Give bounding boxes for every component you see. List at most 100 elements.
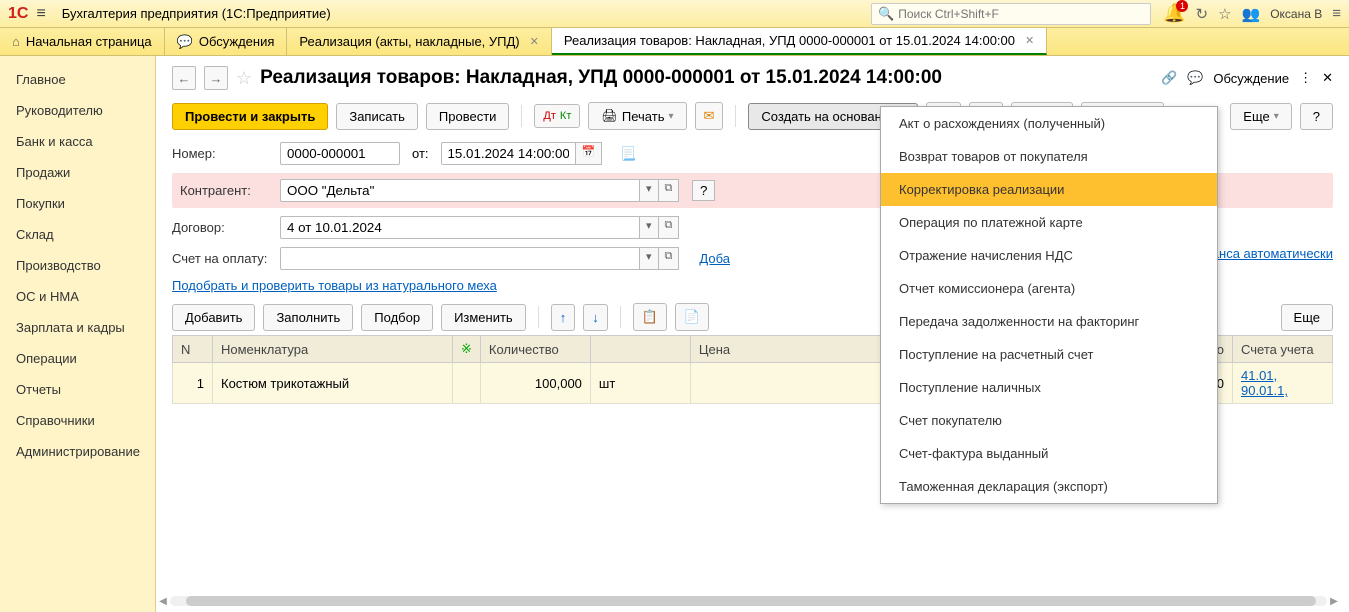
- schet-input[interactable]: [280, 247, 640, 270]
- nav-forward-icon[interactable]: →: [204, 66, 228, 90]
- kontragent-help-button[interactable]: ?: [692, 180, 715, 201]
- sidebar-item-production[interactable]: Производство: [0, 250, 155, 281]
- global-search[interactable]: 🔍: [871, 3, 1151, 25]
- star-icon[interactable]: ☆: [236, 68, 252, 89]
- sidebar-item-operations[interactable]: Операции: [0, 343, 155, 374]
- sidebar-item-bank[interactable]: Банк и касса: [0, 126, 155, 157]
- move-up-icon[interactable]: ↑: [551, 304, 576, 331]
- tab-home[interactable]: ⌂ Начальная страница: [0, 28, 165, 55]
- select-button[interactable]: Подбор: [361, 304, 433, 331]
- add-row-button[interactable]: Добавить: [172, 304, 255, 331]
- open-icon[interactable]: ⧉: [659, 179, 680, 202]
- tab-sales-list[interactable]: Реализация (акты, накладные, УПД) ✕: [287, 28, 551, 55]
- discussion-icon[interactable]: 💬: [1187, 70, 1203, 86]
- discussion-label[interactable]: Обсуждение: [1213, 71, 1289, 86]
- calendar-icon[interactable]: 📅: [576, 142, 603, 165]
- fur-products-link[interactable]: Подобрать и проверить товары из натураль…: [172, 278, 497, 293]
- tab-document[interactable]: Реализация товаров: Накладная, УПД 0000-…: [552, 28, 1047, 55]
- menu-item-factoring[interactable]: Передача задолженности на факторинг: [881, 305, 1217, 338]
- kontragent-input[interactable]: [280, 179, 640, 202]
- col-nomen[interactable]: Номенклатура: [213, 336, 453, 363]
- scroll-track[interactable]: [170, 596, 1327, 606]
- sidebar-item-admin[interactable]: Администрирование: [0, 436, 155, 467]
- menu-item-act-discrepancies[interactable]: Акт о расхождениях (полученный): [881, 107, 1217, 140]
- date-input[interactable]: [441, 142, 576, 165]
- sidebar-item-assets[interactable]: ОС и НМА: [0, 281, 155, 312]
- sidebar-item-reports[interactable]: Отчеты: [0, 374, 155, 405]
- cell-accounts[interactable]: 41.01, 90.01.1,: [1233, 363, 1333, 404]
- cell-marker[interactable]: [453, 363, 481, 404]
- cell-unit[interactable]: шт: [590, 363, 690, 404]
- sidebar-item-payroll[interactable]: Зарплата и кадры: [0, 312, 155, 343]
- post-close-button[interactable]: Провести и закрыть: [172, 103, 328, 130]
- cell-n[interactable]: 1: [173, 363, 213, 404]
- copy-icon[interactable]: 📋: [633, 303, 667, 331]
- dtkt-button[interactable]: ДтКт: [534, 104, 580, 128]
- sidebar-item-main[interactable]: Главное: [0, 64, 155, 95]
- open-icon[interactable]: ⧉: [659, 247, 680, 270]
- hamburger-icon[interactable]: ≡: [36, 5, 45, 23]
- help-button[interactable]: ?: [1300, 103, 1333, 130]
- horizontal-scrollbar[interactable]: ◀ ▶: [156, 594, 1341, 608]
- menu-item-cash-receipt[interactable]: Поступление наличных: [881, 371, 1217, 404]
- nav-back-icon[interactable]: ←: [172, 66, 196, 90]
- close-icon[interactable]: ✕: [1025, 34, 1034, 47]
- open-icon[interactable]: ⧉: [659, 216, 680, 239]
- more-vert-icon[interactable]: ⋮: [1299, 70, 1312, 86]
- email-button[interactable]: ✉: [695, 102, 724, 130]
- col-marker[interactable]: ※: [453, 336, 481, 363]
- favorites-icon[interactable]: ☆: [1218, 5, 1231, 23]
- menu-item-correction-sales[interactable]: Корректировка реализации: [881, 173, 1217, 206]
- post-button[interactable]: Провести: [426, 103, 510, 130]
- sidebar-item-catalogs[interactable]: Справочники: [0, 405, 155, 436]
- sidebar-item-purchases[interactable]: Покупки: [0, 188, 155, 219]
- sidebar-item-sales[interactable]: Продажи: [0, 157, 155, 188]
- sidebar-item-warehouse[interactable]: Склад: [0, 219, 155, 250]
- scroll-left-icon[interactable]: ◀: [156, 596, 170, 607]
- close-icon[interactable]: ✕: [530, 35, 539, 48]
- table-more-button[interactable]: Еще: [1281, 304, 1333, 331]
- change-button[interactable]: Изменить: [441, 304, 526, 331]
- menu-item-invoice-issued[interactable]: Счет-фактура выданный: [881, 437, 1217, 470]
- dropdown-icon[interactable]: ▾: [640, 216, 659, 239]
- menu-item-vat-accrual[interactable]: Отражение начисления НДС: [881, 239, 1217, 272]
- menu-icon[interactable]: ≡: [1332, 5, 1341, 22]
- print-button[interactable]: 🖨Печать: [588, 102, 686, 130]
- move-down-icon[interactable]: ↓: [583, 304, 608, 331]
- dropdown-icon[interactable]: ▾: [640, 247, 659, 270]
- user-icon[interactable]: 👥: [1242, 5, 1261, 23]
- scroll-right-icon[interactable]: ▶: [1327, 596, 1341, 607]
- menu-item-invoice-buyer[interactable]: Счет покупателю: [881, 404, 1217, 437]
- add-link[interactable]: Доба: [699, 251, 730, 266]
- link-icon[interactable]: 🔗: [1161, 70, 1177, 86]
- menu-item-return-buyer[interactable]: Возврат товаров от покупателя: [881, 140, 1217, 173]
- sidebar-item-manager[interactable]: Руководителю: [0, 95, 155, 126]
- history-icon[interactable]: ↻: [1195, 5, 1208, 23]
- col-n[interactable]: N: [173, 336, 213, 363]
- scroll-thumb[interactable]: [186, 596, 1316, 606]
- col-qty[interactable]: Количество: [480, 336, 590, 363]
- col-accounts[interactable]: Счета учета: [1233, 336, 1333, 363]
- tab-label: Реализация товаров: Накладная, УПД 0000-…: [564, 33, 1015, 48]
- dropdown-icon[interactable]: ▾: [640, 179, 659, 202]
- search-input[interactable]: [898, 7, 1144, 21]
- cell-nomen[interactable]: Костюм трикотажный: [213, 363, 453, 404]
- sidebar: Главное Руководителю Банк и касса Продаж…: [0, 56, 156, 612]
- dogovor-input[interactable]: [280, 216, 640, 239]
- menu-item-customs-decl[interactable]: Таможенная декларация (экспорт): [881, 470, 1217, 503]
- more-button[interactable]: Еще: [1230, 103, 1291, 130]
- col-unit[interactable]: [590, 336, 690, 363]
- number-input[interactable]: [280, 142, 400, 165]
- menu-item-commissioner-report[interactable]: Отчет комиссионера (агента): [881, 272, 1217, 305]
- close-icon[interactable]: ✕: [1322, 70, 1333, 86]
- notifications-icon[interactable]: 🔔1: [1163, 3, 1185, 24]
- menu-item-bank-receipt[interactable]: Поступление на расчетный счет: [881, 338, 1217, 371]
- fill-button[interactable]: Заполнить: [263, 304, 353, 331]
- cell-qty[interactable]: 100,000: [480, 363, 590, 404]
- paste-icon[interactable]: 📄: [675, 303, 709, 331]
- tab-label: Реализация (акты, накладные, УПД): [299, 34, 519, 49]
- tab-discussions[interactable]: 💬 Обсуждения: [165, 28, 288, 55]
- menu-item-card-operation[interactable]: Операция по платежной карте: [881, 206, 1217, 239]
- save-button[interactable]: Записать: [336, 103, 418, 130]
- user-name: Оксана В: [1270, 7, 1322, 21]
